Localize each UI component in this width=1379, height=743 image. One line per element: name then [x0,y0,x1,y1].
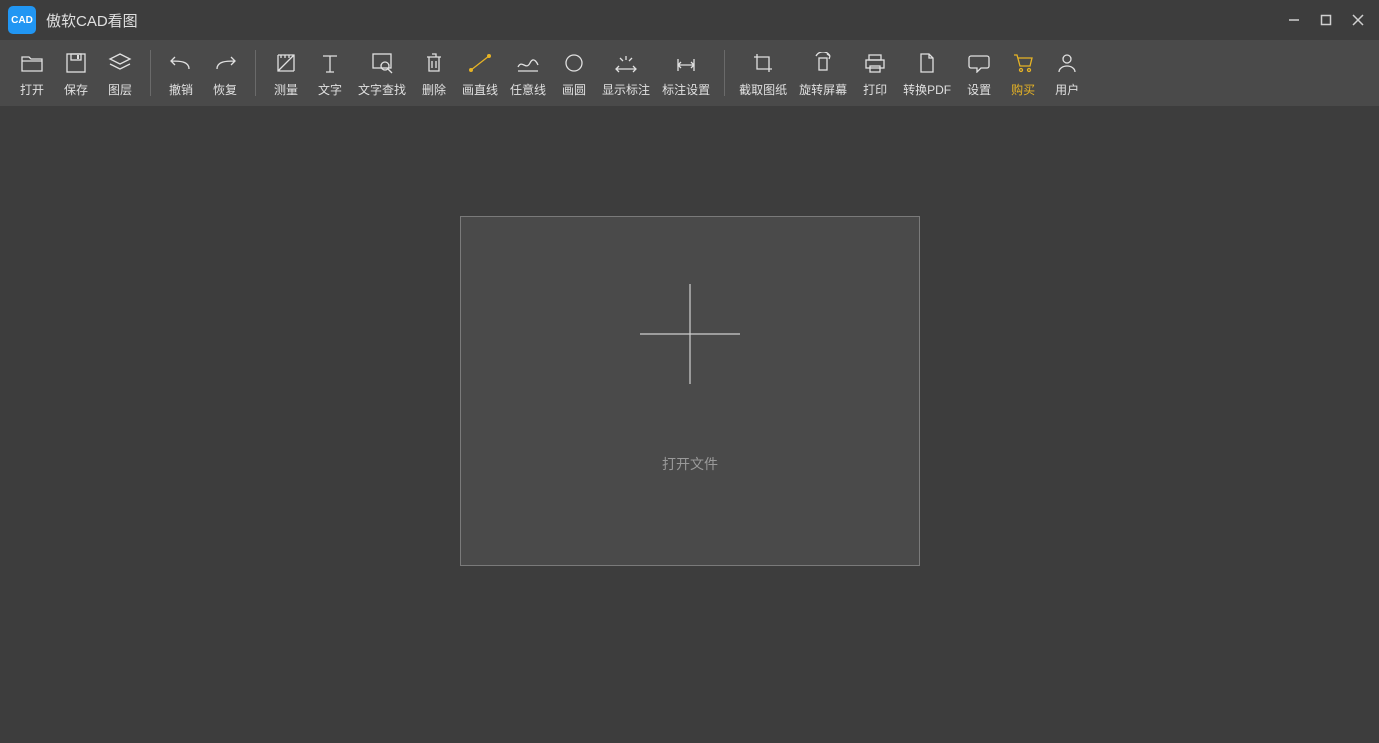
rotate-screen-button[interactable]: 旋转屏幕 [793,45,853,102]
show-annotations-button[interactable]: 显示标注 [596,45,656,102]
open-file-dropzone[interactable]: 打开文件 [460,216,920,566]
line-icon [464,49,496,77]
measure-label: 测量 [274,81,298,98]
redo-button[interactable]: 恢复 [203,45,247,102]
open-label: 打开 [20,81,44,98]
plus-icon [635,279,745,394]
annotation-settings-button[interactable]: 标注设置 [656,45,716,102]
annotation-settings-icon [670,49,702,77]
ruler-icon [270,49,302,77]
delete-button[interactable]: 删除 [412,45,456,102]
crop-label: 截取图纸 [739,81,787,98]
convert-pdf-label: 转换PDF [903,81,951,98]
open-button[interactable]: 打开 [10,45,54,102]
draw-circle-button[interactable]: 画圆 [552,45,596,102]
settings-button[interactable]: 设置 [957,45,1001,102]
show-annotations-icon [610,49,642,77]
freehand-label: 任意线 [510,81,546,98]
text-label: 文字 [318,81,342,98]
freehand-button[interactable]: 任意线 [504,45,552,102]
layers-label: 图层 [108,81,132,98]
buy-button[interactable]: 购买 [1001,45,1045,102]
text-button[interactable]: 文字 [308,45,352,102]
minimize-button[interactable] [1281,7,1307,33]
save-button[interactable]: 保存 [54,45,98,102]
chat-icon [963,49,995,77]
cart-icon [1007,49,1039,77]
separator-icon [724,50,725,96]
rotate-icon [807,49,839,77]
separator-icon [150,50,151,96]
trash-icon [418,49,450,77]
layers-icon [104,49,136,77]
circle-icon [558,49,590,77]
undo-button[interactable]: 撤销 [159,45,203,102]
titlebar: CAD 傲软CAD看图 [0,0,1379,40]
layers-button[interactable]: 图层 [98,45,142,102]
draw-line-button[interactable]: 画直线 [456,45,504,102]
freehand-icon [512,49,544,77]
redo-icon [209,49,241,77]
user-button[interactable]: 用户 [1045,45,1089,102]
canvas-area: 打开文件 [0,106,1379,743]
print-icon [859,49,891,77]
close-button[interactable] [1345,7,1371,33]
open-file-label: 打开文件 [662,454,718,474]
folder-open-icon [16,49,48,77]
print-button[interactable]: 打印 [853,45,897,102]
buy-label: 购买 [1011,81,1035,98]
settings-label: 设置 [967,81,991,98]
rotate-screen-label: 旋转屏幕 [799,81,847,98]
convert-pdf-button[interactable]: 转换PDF [897,45,957,102]
user-label: 用户 [1055,81,1079,98]
undo-label: 撤销 [169,81,193,98]
crop-button[interactable]: 截取图纸 [733,45,793,102]
print-label: 打印 [863,81,887,98]
draw-line-label: 画直线 [462,81,498,98]
window-controls [1281,7,1371,33]
find-text-icon [366,49,398,77]
app-logo-icon: CAD [8,6,36,34]
redo-label: 恢复 [213,81,237,98]
save-label: 保存 [64,81,88,98]
separator-icon [255,50,256,96]
user-icon [1051,49,1083,77]
show-annotations-label: 显示标注 [602,81,650,98]
find-text-label: 文字查找 [358,81,406,98]
toolbar: 打开 保存 图层 撤销 恢复 测量 文字 [0,40,1379,106]
annotation-settings-label: 标注设置 [662,81,710,98]
draw-circle-label: 画圆 [562,81,586,98]
undo-icon [165,49,197,77]
crop-icon [747,49,779,77]
pdf-icon [911,49,943,77]
maximize-button[interactable] [1313,7,1339,33]
delete-label: 删除 [422,81,446,98]
find-text-button[interactable]: 文字查找 [352,45,412,102]
window-title: 傲软CAD看图 [46,10,138,31]
text-icon [314,49,346,77]
save-icon [60,49,92,77]
measure-button[interactable]: 测量 [264,45,308,102]
